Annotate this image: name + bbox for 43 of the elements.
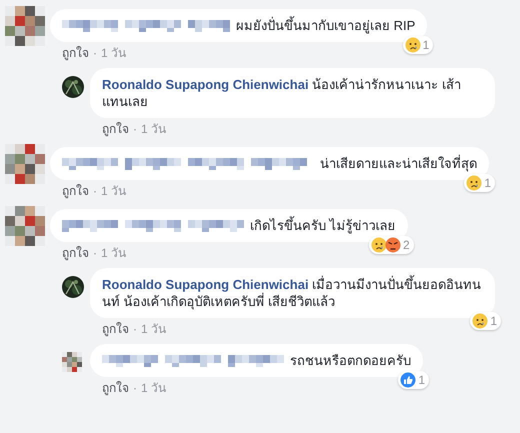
separator-dot: · xyxy=(133,380,137,396)
like-link[interactable]: ถูกใจ xyxy=(102,121,129,137)
reaction-count: 1 xyxy=(490,313,497,329)
reaction-badge[interactable]: 1 xyxy=(398,371,429,389)
comment-text: รถชนหรือตกดอยครับ xyxy=(290,352,411,369)
like-link[interactable]: ถูกใจ xyxy=(102,321,129,337)
separator-dot: · xyxy=(93,45,97,61)
reaction-badge[interactable]: 1 xyxy=(470,312,501,330)
reaction-badge[interactable]: 1 xyxy=(464,174,495,192)
pixelated-avatar-icon xyxy=(5,144,45,184)
reaction-count: 1 xyxy=(484,175,491,191)
comment-text: Roonaldo Supapong Chienwichai เมื่อวานมีงานปั่นขึ้นยอดอินทนนท์ น้องเค้าเกิดอุบัติเหตครับพี่ เสียชีวิตแล้ว xyxy=(102,277,482,309)
timestamp-link[interactable]: 1 วัน xyxy=(141,380,166,396)
comment-text: Roonaldo Supapong Chienwichai น้องเค้าน่ารักหนาเนาะ เส้าแทนเลย xyxy=(102,77,461,109)
separator-dot: · xyxy=(93,183,97,199)
timestamp-link[interactable]: 1 วัน xyxy=(101,183,126,199)
crying-face-icon xyxy=(370,237,387,253)
crying-face-icon xyxy=(472,313,488,329)
crying-face-icon xyxy=(404,37,421,53)
reaction-count: 1 xyxy=(422,37,430,53)
like-link[interactable]: ถูกใจ xyxy=(62,245,89,261)
separator-dot: · xyxy=(133,121,137,137)
reaction-count: 1 xyxy=(418,372,425,388)
like-link[interactable]: ถูกใจ xyxy=(102,380,129,396)
pixelated-avatar-icon xyxy=(5,6,45,46)
comment-text: น่าเสียดายและน่าเสียใจที่สุด xyxy=(320,155,477,172)
pixelated-avatar-icon xyxy=(5,206,45,246)
comment-text: ผมยังปั่นขึ้นมากับเขาอยู่เลย RIP xyxy=(236,17,416,34)
like-link[interactable]: ถูกใจ xyxy=(62,45,89,61)
timestamp-link[interactable]: 1 วัน xyxy=(101,45,126,61)
separator-dot: · xyxy=(93,245,97,261)
like-link[interactable]: ถูกใจ xyxy=(62,183,89,199)
reaction-count: 2 xyxy=(402,237,410,253)
separator-dot: · xyxy=(133,321,137,337)
reaction-badge[interactable]: 1 xyxy=(402,36,434,54)
timestamp-link[interactable]: 1 วัน xyxy=(141,321,166,337)
timestamp-link[interactable]: 1 วัน xyxy=(141,121,166,137)
reaction-badge[interactable]: 2 xyxy=(368,236,414,254)
pixelated-avatar-icon xyxy=(62,352,82,372)
timestamp-link[interactable]: 1 วัน xyxy=(101,245,126,261)
comment-text: เกิดไรขึ้นครับ ไม่รู้ข่าวเลย xyxy=(250,217,396,234)
angry-face-icon xyxy=(384,237,401,253)
crying-face-icon xyxy=(466,175,482,191)
